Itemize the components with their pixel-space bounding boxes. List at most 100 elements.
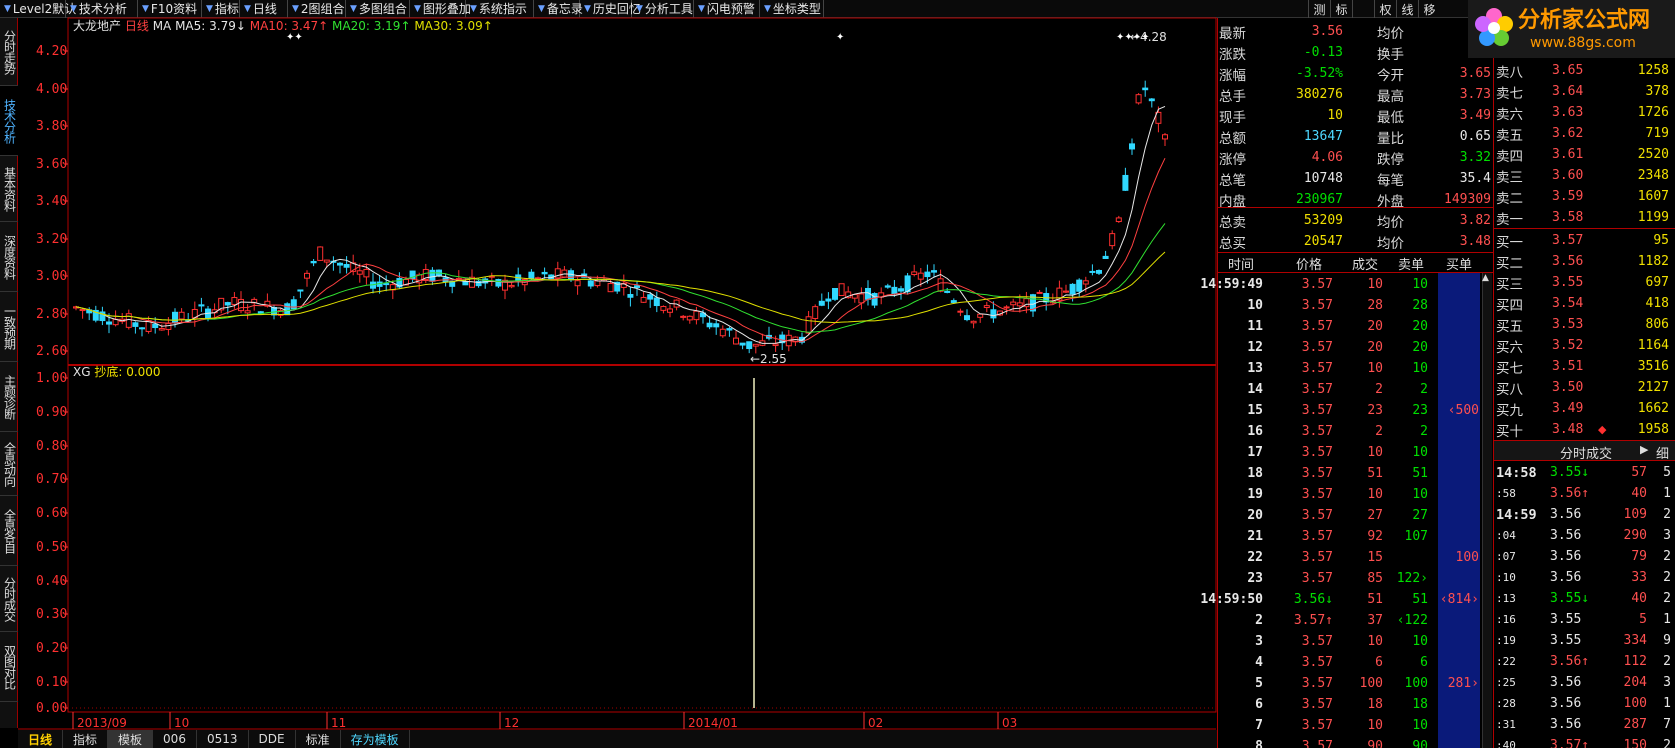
tick-sell: 20	[1412, 319, 1428, 334]
tick-price: 3.57	[1301, 403, 1333, 418]
candle	[310, 259, 317, 267]
bottom-tab-4[interactable]: 0513	[197, 730, 249, 748]
order-price: 3.53	[1552, 317, 1584, 332]
buy-order-row: 买十 3.48 1958 ◆	[1494, 419, 1675, 440]
bottom-tab-3[interactable]: 006	[153, 730, 197, 748]
y-tick-label: 3.20	[36, 232, 67, 247]
candle	[660, 305, 667, 314]
fenshi-volume: 109	[1623, 507, 1647, 522]
low-marker: ←2.55	[750, 352, 787, 366]
fenshi-time: :40	[1496, 739, 1516, 748]
toolbar-right-button-3[interactable]: 权	[1374, 0, 1396, 18]
tick-buy: 281›	[1447, 676, 1479, 691]
quote-label: 涨幅	[1219, 67, 1246, 84]
candle	[739, 342, 746, 350]
fenshi-volume: 204	[1623, 675, 1647, 690]
tick-volume: 2	[1375, 382, 1383, 397]
ticks-header-cell: 卖单	[1398, 258, 1425, 273]
scroll-up-icon[interactable]: ▲	[1482, 273, 1489, 283]
tick-sell: ‹122	[1396, 613, 1428, 628]
quote-row: 现手 10 最低 3.49	[1217, 105, 1493, 126]
toolbar-right-button-0[interactable]: 测	[1308, 0, 1330, 18]
tick-time: 14:59:50	[1200, 592, 1263, 607]
candle	[719, 325, 726, 338]
candle	[1056, 280, 1063, 308]
play-icon[interactable]: ▶	[1640, 443, 1648, 456]
indicator-y-tick-label: 0.30	[36, 607, 67, 622]
fenshi-time: :31	[1496, 718, 1516, 731]
sell-order-row: 卖四 3.61 2520	[1494, 144, 1675, 165]
fenshi-count: 2	[1663, 570, 1671, 585]
fenshi-volume: 290	[1623, 528, 1647, 543]
tick-price: 3.57	[1301, 718, 1333, 733]
order-label: 卖五	[1496, 127, 1523, 144]
candle	[911, 264, 918, 277]
bottom-tab-5[interactable]: DDE	[249, 730, 296, 748]
fenshi-header[interactable]: 分时成交 ▶ 细	[1494, 441, 1675, 462]
candle	[198, 297, 205, 312]
indicator-y-tick-label: 0.90	[36, 405, 67, 420]
tick-time: 10	[1247, 298, 1263, 313]
order-label: 买二	[1496, 255, 1523, 272]
quote-row: 涨跌-0.13换手4.5	[1217, 42, 1493, 63]
bottom-tab-0[interactable]: 日线	[18, 730, 64, 748]
ma30-value: MA30: 3.09↑	[414, 19, 492, 33]
candle	[79, 308, 86, 319]
bottom-tab-6[interactable]: 标准	[296, 730, 341, 748]
tick-time: 21	[1247, 529, 1263, 544]
tick-sell: 100	[1404, 676, 1428, 691]
fenshi-price: 3.56	[1550, 507, 1582, 522]
order-volume: 418	[1645, 296, 1669, 311]
fenshi-time: 14:58	[1496, 464, 1537, 481]
kline-chart[interactable]: 4.20 4.00 3.80 3.60 3.40 3.20 3.00 2.80 2.60 1.00…	[0, 0, 1217, 748]
toolbar-right-button-2[interactable]	[1352, 0, 1374, 18]
tick-row: 5 3.57 100 100 281›	[1217, 673, 1483, 694]
quote-total-row: 总卖 53209 均价 3.82	[1217, 210, 1493, 231]
tick-price: 3.57	[1301, 445, 1333, 460]
candle	[1115, 215, 1122, 223]
candle	[884, 283, 891, 289]
order-volume: 1164	[1637, 338, 1669, 353]
tick-sell: 51	[1412, 592, 1428, 607]
bottom-tab-7[interactable]: 存为模板	[341, 730, 410, 748]
toolbar-right-button-5[interactable]: 移	[1418, 0, 1440, 18]
candle	[1102, 250, 1109, 260]
candle	[99, 306, 106, 326]
quote-label: 量比	[1377, 130, 1404, 147]
site-logo: 分析家公式网 www.88gs.com	[1468, 0, 1675, 58]
toolbar-right-button-1[interactable]: 标	[1330, 0, 1352, 18]
order-volume: 378	[1645, 84, 1669, 99]
toolbar-right-button-4[interactable]: 线	[1396, 0, 1418, 18]
order-price: 3.56	[1552, 254, 1584, 269]
tick-row: 13 3.57 10 10	[1217, 358, 1483, 379]
bottom-tab-1[interactable]: 指标	[63, 730, 109, 748]
quote-row: 总手 380276 最高 3.73	[1217, 84, 1493, 105]
tick-sell: 107	[1404, 529, 1428, 544]
fenshi-row: 14:59 3.56 109 2	[1494, 504, 1675, 525]
ticks-header-cell: 成交	[1352, 258, 1379, 273]
bottom-tab-2[interactable]: 模板	[108, 730, 154, 748]
order-label: 买八	[1496, 381, 1523, 398]
tick-volume: 51	[1367, 466, 1383, 481]
fenshi-count: 2	[1663, 654, 1671, 669]
order-volume: 697	[1645, 275, 1669, 290]
order-label: 卖七	[1496, 85, 1523, 102]
fenshi-time: :25	[1496, 676, 1516, 689]
tick-row: 7 3.57 10 10	[1217, 715, 1483, 736]
fenshi-price: 3.55↓	[1550, 465, 1590, 480]
quote-label: 今开	[1377, 67, 1404, 84]
buy-order-row: 买七 3.51 3516	[1494, 356, 1675, 377]
tick-time: 7	[1255, 718, 1263, 733]
tick-volume: 15	[1367, 550, 1383, 565]
sell-order-row: 卖八 3.65 1258	[1494, 60, 1675, 81]
fenshi-detail-button[interactable]: 细	[1656, 443, 1669, 462]
candle	[871, 292, 878, 309]
tick-time: 22	[1247, 550, 1263, 565]
candle	[812, 304, 819, 326]
scrollbar[interactable]	[1482, 273, 1492, 748]
fenshi-count: 1	[1663, 612, 1671, 627]
fenshi-volume: 57	[1631, 465, 1647, 480]
y-tick-label: 2.80	[36, 307, 67, 322]
candle	[561, 266, 568, 278]
candle	[277, 308, 284, 319]
